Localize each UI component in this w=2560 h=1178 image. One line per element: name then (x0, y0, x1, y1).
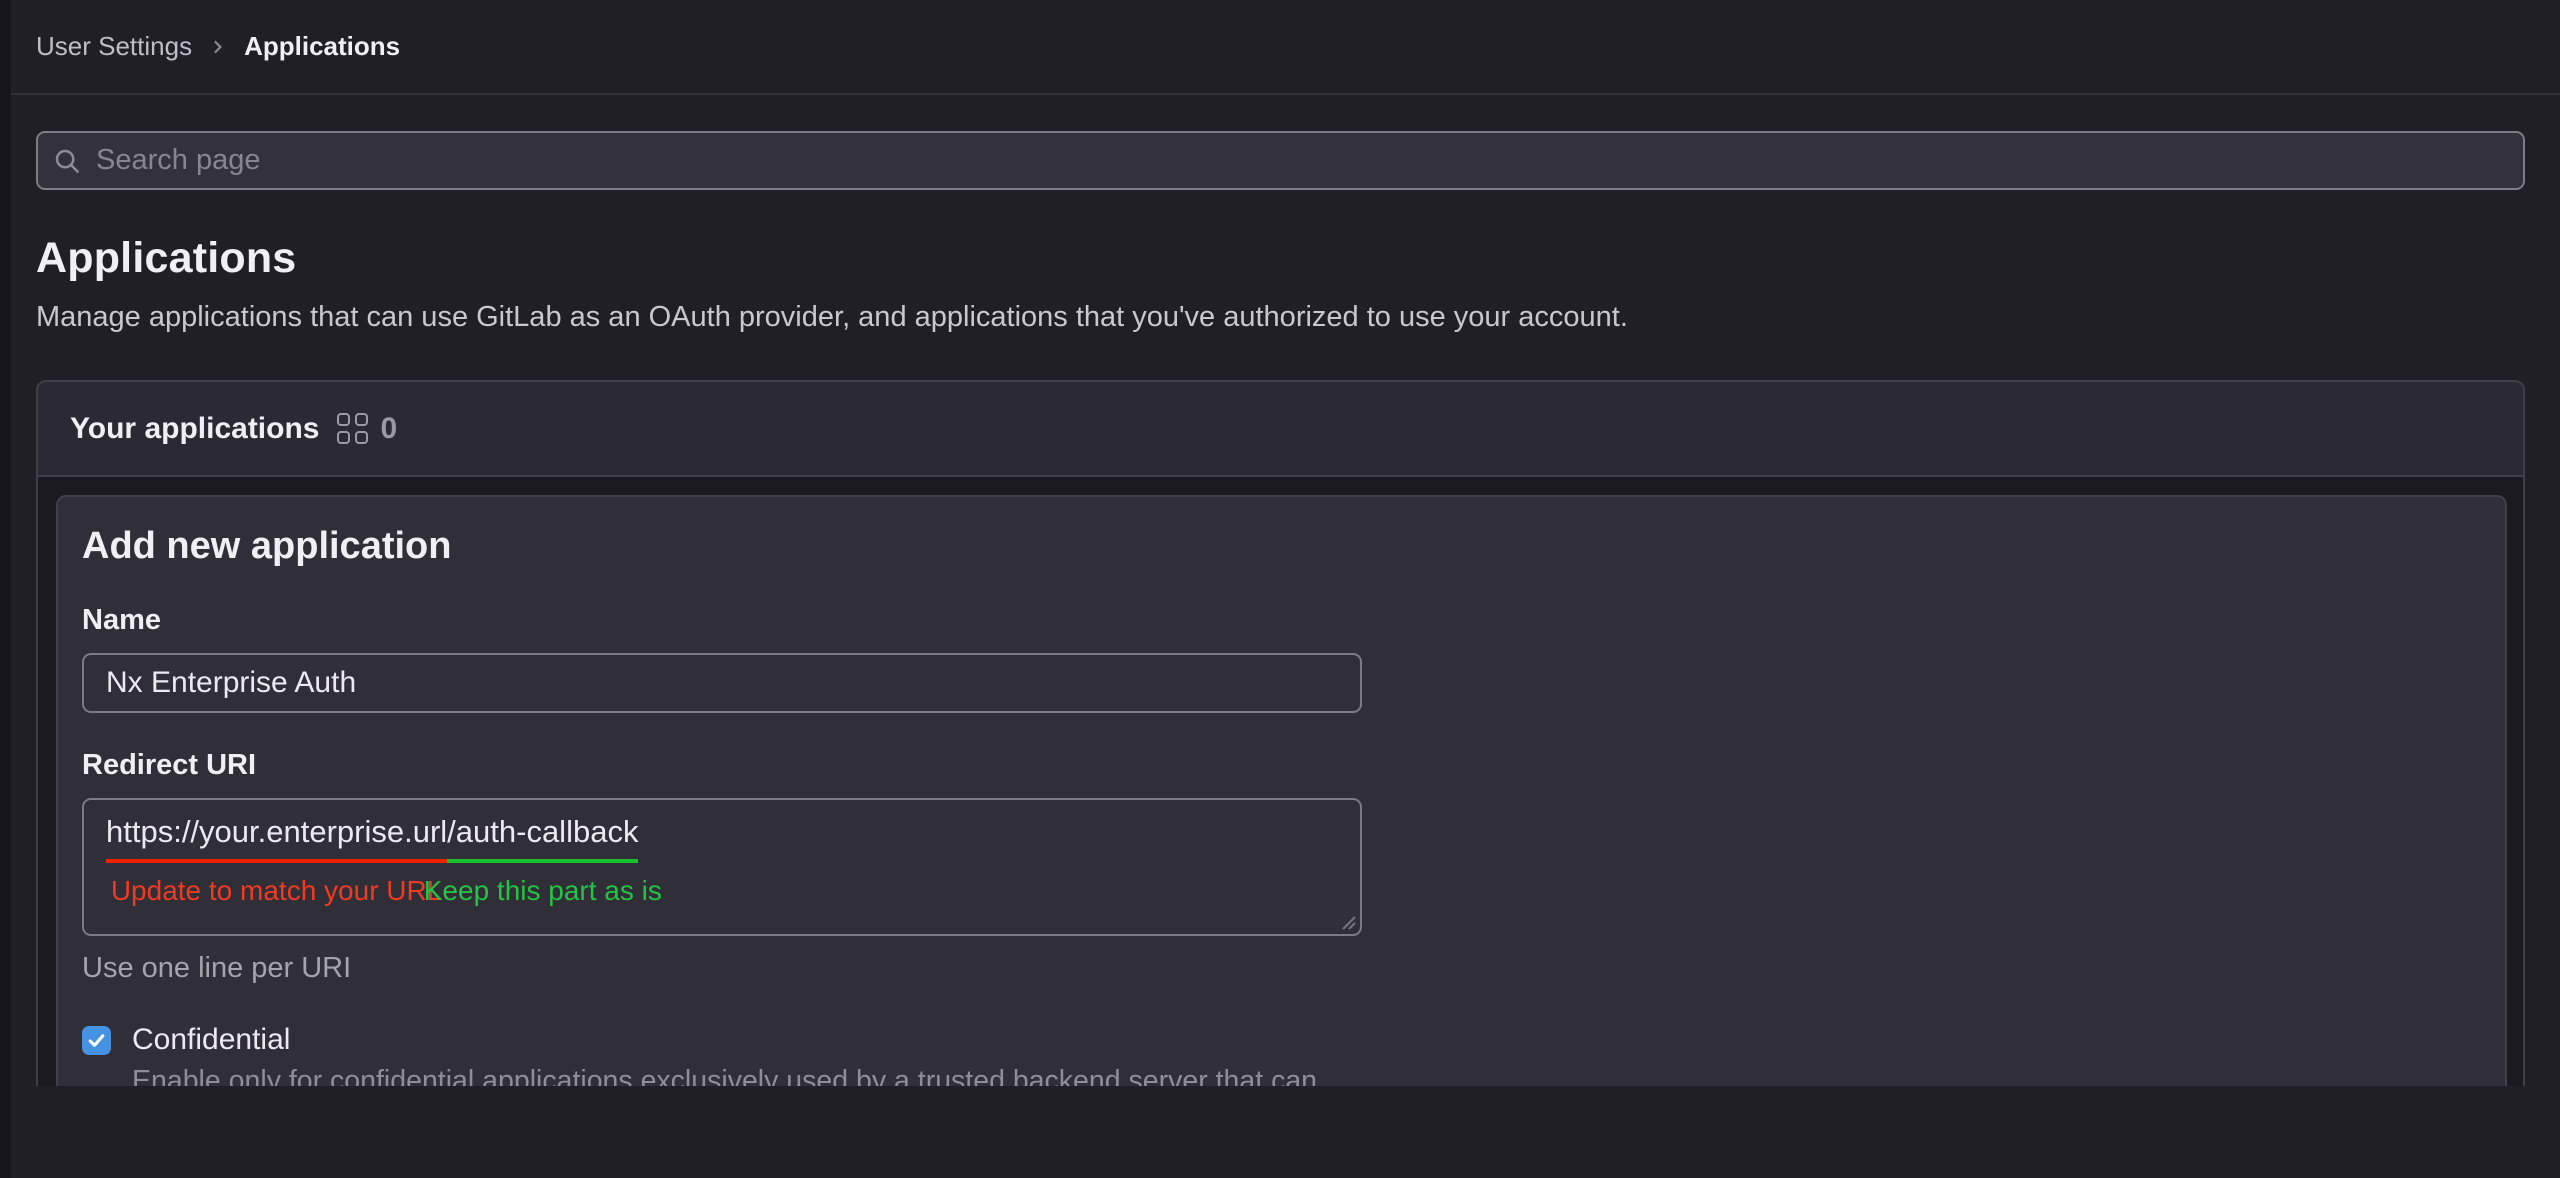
uri-host-text: https://your.enterprise.url (106, 814, 447, 863)
uri-part-host: https://your.enterprise.url Update to ma… (106, 814, 447, 863)
name-field-label: Name (82, 604, 2481, 637)
uri-red-annotation: Update to match your URL (111, 875, 443, 907)
confidential-help-text: Enable only for confidential application… (132, 1065, 1382, 1086)
confidential-checkbox[interactable] (82, 1026, 111, 1055)
your-applications-body: Add new application Name Redirect URI ht… (38, 477, 2523, 1086)
page-search (36, 131, 2525, 190)
textarea-resize-handle[interactable] (1337, 911, 1357, 931)
checkmark-icon (86, 1030, 107, 1051)
your-applications-header: Your applications 0 (38, 382, 2523, 477)
window-left-edge (0, 0, 11, 1178)
page-description: Manage applications that can use GitLab … (36, 301, 2524, 334)
redirect-uri-value: https://your.enterprise.url Update to ma… (106, 814, 1360, 863)
redirect-uri-textarea[interactable]: https://your.enterprise.url Update to ma… (82, 798, 1362, 936)
confidential-row: Confidential (82, 1023, 2481, 1057)
page-title: Applications (36, 234, 2524, 283)
search-input[interactable] (36, 131, 2525, 190)
redirect-uri-help: Use one line per URI (82, 952, 2481, 985)
add-new-application-card: Add new application Name Redirect URI ht… (56, 495, 2507, 1086)
your-applications-title: Your applications (70, 412, 319, 446)
uri-part-callback: /auth-callback Keep this part as is (447, 814, 638, 863)
application-name-input[interactable] (82, 653, 1362, 713)
applications-count-badge: 0 (380, 412, 397, 446)
breadcrumb-user-settings-link[interactable]: User Settings (36, 31, 192, 62)
redirect-uri-label: Redirect URI (82, 749, 2481, 782)
add-new-application-title: Add new application (82, 525, 2481, 568)
chevron-right-icon (208, 37, 228, 57)
apps-grid-icon (337, 413, 368, 444)
breadcrumb: User Settings Applications (0, 0, 2560, 95)
uri-callback-text: /auth-callback (447, 814, 638, 863)
confidential-label[interactable]: Confidential (132, 1023, 290, 1057)
breadcrumb-current-page: Applications (244, 31, 400, 62)
your-applications-panel: Your applications 0 Add new application … (36, 380, 2525, 1086)
uri-green-annotation: Keep this part as is (424, 875, 662, 907)
